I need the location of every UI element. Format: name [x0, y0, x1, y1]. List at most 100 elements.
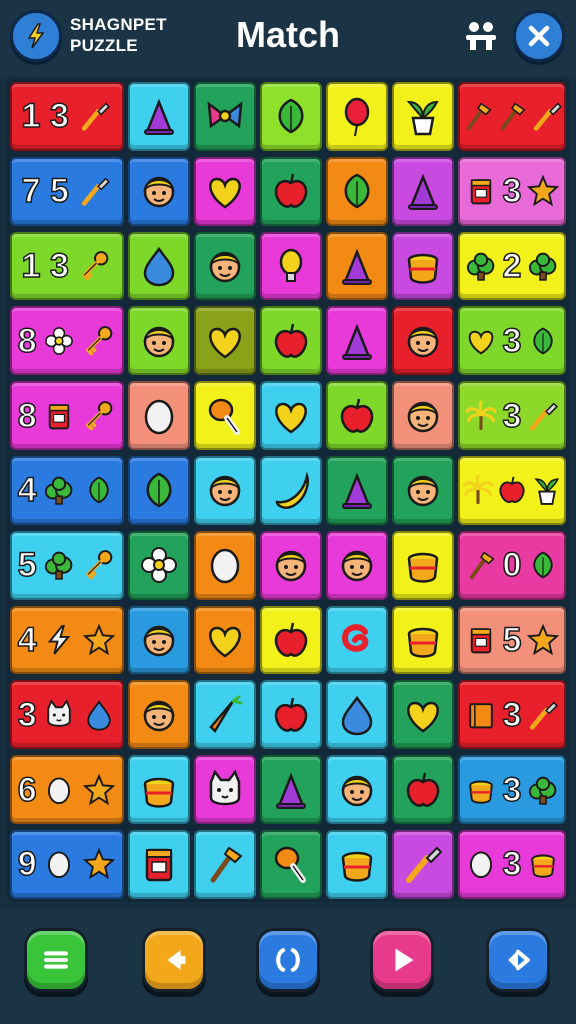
next-button[interactable]: [486, 928, 550, 992]
apple-icon: [274, 173, 308, 208]
tile[interactable]: [326, 755, 388, 824]
stack-tile[interactable]: 8: [10, 381, 124, 450]
tile[interactable]: [194, 231, 256, 301]
game-board: 13753132838345045336393: [6, 78, 570, 902]
key-icon: [86, 550, 113, 580]
tile[interactable]: [260, 680, 322, 750]
tile[interactable]: [392, 530, 454, 600]
tile[interactable]: [326, 381, 388, 450]
stack-tile[interactable]: 13: [10, 231, 124, 301]
tile[interactable]: [128, 82, 190, 151]
tile[interactable]: [128, 830, 190, 899]
tile[interactable]: [260, 381, 322, 450]
tile[interactable]: [128, 680, 190, 750]
page-title: Match: [235, 14, 340, 55]
palm-icon: [465, 400, 497, 430]
tile[interactable]: [194, 680, 256, 750]
stack-tile[interactable]: 6: [10, 755, 124, 824]
stack-tile[interactable]: 4: [10, 605, 124, 675]
tile[interactable]: [392, 755, 454, 824]
tile[interactable]: [260, 456, 322, 525]
tile[interactable]: [194, 156, 256, 226]
pot-icon: [407, 253, 439, 284]
tile[interactable]: [326, 530, 388, 600]
tile[interactable]: [260, 82, 322, 151]
stack-tile[interactable]: 8: [10, 306, 124, 376]
tile[interactable]: [260, 156, 322, 226]
tile[interactable]: [128, 156, 190, 226]
pot-icon: [530, 854, 555, 879]
tile[interactable]: [194, 381, 256, 450]
stack-tile[interactable]: 3: [458, 306, 566, 376]
pot-icon: [341, 852, 373, 883]
tile[interactable]: [326, 456, 388, 525]
tile[interactable]: [260, 605, 322, 675]
close-button[interactable]: [513, 10, 565, 62]
tile[interactable]: [326, 680, 388, 750]
tile[interactable]: [128, 231, 190, 301]
tile[interactable]: [392, 156, 454, 226]
stack-tile[interactable]: 9: [10, 830, 124, 899]
menu-button[interactable]: [24, 928, 88, 992]
tile[interactable]: [392, 306, 454, 376]
tile[interactable]: [326, 156, 388, 226]
face-icon: [143, 176, 175, 208]
tile[interactable]: [128, 755, 190, 824]
drop-icon: [341, 695, 373, 736]
tools-icon: [500, 102, 526, 131]
stack-tile[interactable]: 3: [458, 830, 566, 899]
stack-tile[interactable]: [458, 456, 566, 525]
tile[interactable]: [128, 605, 190, 675]
egg-icon: [144, 399, 174, 434]
stack-tile[interactable]: 3: [458, 156, 566, 226]
stack-tile[interactable]: 3: [458, 381, 566, 450]
stack-tile[interactable]: 3: [10, 680, 124, 750]
tile[interactable]: [194, 82, 256, 151]
stack-tile[interactable]: 5: [10, 530, 124, 600]
tile[interactable]: [260, 830, 322, 899]
tile[interactable]: [392, 830, 454, 899]
stack-tile[interactable]: 3: [458, 680, 566, 750]
tile[interactable]: [194, 530, 256, 600]
tile[interactable]: [392, 605, 454, 675]
tile[interactable]: [392, 82, 454, 151]
tile[interactable]: [194, 830, 256, 899]
tile[interactable]: [128, 306, 190, 376]
cone-icon: [276, 772, 306, 809]
tile[interactable]: [392, 231, 454, 301]
stack-tile[interactable]: 5: [458, 605, 566, 675]
stack-tile[interactable]: 0: [458, 530, 566, 600]
tile[interactable]: [260, 755, 322, 824]
tile[interactable]: [260, 231, 322, 301]
stack-tile[interactable]: 3: [458, 755, 566, 824]
tile[interactable]: [128, 530, 190, 600]
tile[interactable]: [260, 530, 322, 600]
tile[interactable]: [194, 306, 256, 376]
tile[interactable]: [326, 605, 388, 675]
tile[interactable]: [326, 306, 388, 376]
stack-tile[interactable]: 2: [458, 231, 566, 301]
logo-button[interactable]: [10, 10, 62, 62]
stack-tile[interactable]: [458, 82, 566, 151]
tile[interactable]: [326, 82, 388, 151]
restart-button[interactable]: [256, 928, 320, 992]
tile[interactable]: [392, 680, 454, 750]
tile[interactable]: [128, 456, 190, 525]
stack-tile[interactable]: 4: [10, 456, 124, 525]
play-button[interactable]: [370, 928, 434, 992]
brush-icon: [82, 102, 111, 132]
stack-tile[interactable]: 13: [10, 82, 124, 151]
people-button[interactable]: [460, 14, 502, 58]
tile[interactable]: [392, 456, 454, 525]
tile[interactable]: [194, 456, 256, 525]
tile[interactable]: [128, 381, 190, 450]
stack-tile[interactable]: 75: [10, 156, 124, 226]
brush-icon: [529, 701, 558, 730]
tile[interactable]: [326, 231, 388, 301]
tile[interactable]: [194, 755, 256, 824]
tile[interactable]: [326, 830, 388, 899]
tile[interactable]: [392, 381, 454, 450]
back-button[interactable]: [142, 928, 206, 992]
tile[interactable]: [260, 306, 322, 376]
tile[interactable]: [194, 605, 256, 675]
